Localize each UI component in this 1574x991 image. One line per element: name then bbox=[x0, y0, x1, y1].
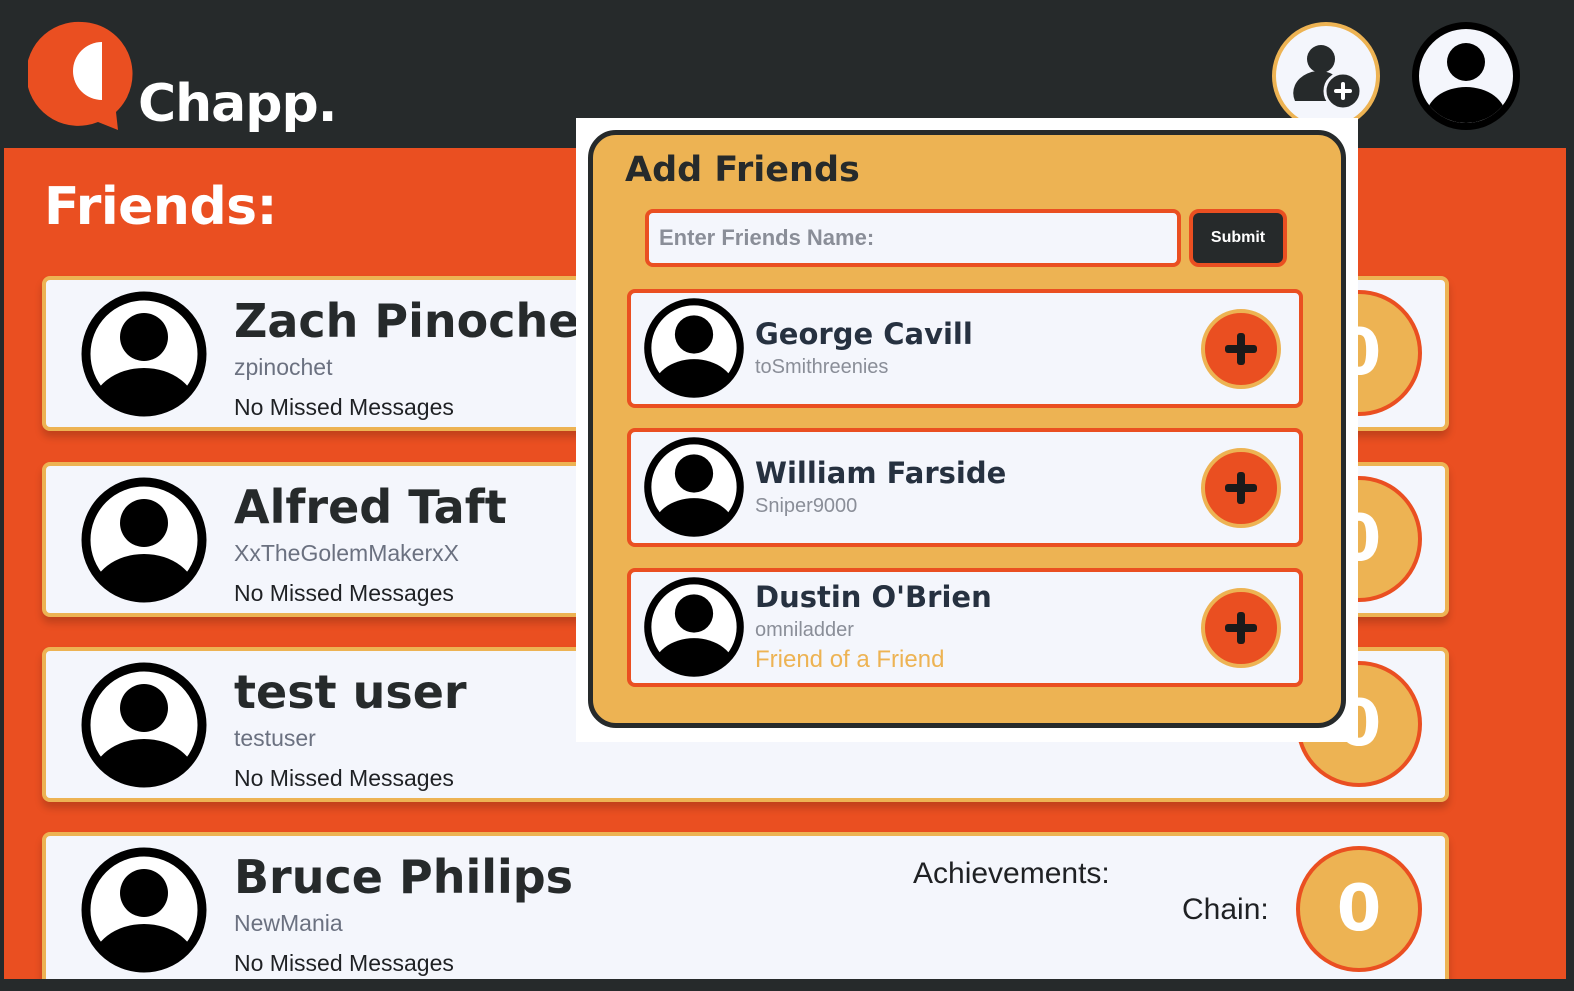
avatar-icon bbox=[643, 297, 745, 399]
brand-name: Chapp. bbox=[138, 74, 337, 134]
plus-icon bbox=[1225, 472, 1257, 504]
add-friend-button[interactable] bbox=[1272, 22, 1380, 130]
friend-name: Zach Pinochet bbox=[234, 294, 602, 348]
friend-name: Bruce Philips bbox=[234, 850, 574, 904]
suggestion-tag: Friend of a Friend bbox=[755, 646, 945, 673]
friend-username: NewMania bbox=[234, 910, 343, 936]
suggestion-name: George Cavill bbox=[755, 317, 973, 351]
avatar-icon bbox=[80, 290, 208, 418]
friend-username: XxTheGolemMakerxX bbox=[234, 540, 459, 566]
add-friends-title: Add Friends bbox=[625, 150, 860, 190]
friend-name: test user bbox=[234, 665, 467, 719]
suggestion-card: George Cavill toSmithreenies bbox=[627, 289, 1303, 408]
chapp-logo-icon bbox=[28, 21, 133, 130]
add-friends-popup: Add Friends Submit George Cavill toSmith… bbox=[576, 118, 1358, 742]
friend-username: testuser bbox=[234, 725, 316, 751]
friend-name: Alfred Taft bbox=[234, 480, 507, 534]
friends-heading: Friends: bbox=[44, 177, 277, 237]
profile-button[interactable] bbox=[1412, 22, 1520, 130]
friend-username: zpinochet bbox=[234, 354, 333, 380]
suggestion-username: omniladder bbox=[755, 619, 854, 641]
missed-messages: No Missed Messages bbox=[234, 394, 454, 420]
friend-card[interactable]: Bruce Philips NewMania No Missed Message… bbox=[42, 832, 1449, 979]
suggestion-username: toSmithreenies bbox=[755, 356, 889, 378]
user-plus-icon bbox=[1293, 45, 1363, 111]
app-window: Chapp. Friends: Zach Pinochet zpinochet … bbox=[4, 2, 1566, 979]
suggestion-name: Dustin O'Brien bbox=[755, 580, 992, 614]
suggestion-card: William Farside Sniper9000 bbox=[627, 428, 1303, 547]
add-friend-plus-button[interactable] bbox=[1201, 309, 1281, 389]
add-friend-plus-button[interactable] bbox=[1201, 448, 1281, 528]
suggestion-name: William Farside bbox=[755, 456, 1007, 490]
add-friends-panel: Add Friends Submit George Cavill toSmith… bbox=[588, 130, 1346, 728]
chain-badge: 0 bbox=[1296, 846, 1422, 972]
chain-label: Chain: bbox=[1182, 893, 1269, 926]
user-avatar-icon bbox=[1426, 43, 1506, 123]
avatar-icon bbox=[643, 436, 745, 538]
suggestion-username: Sniper9000 bbox=[755, 495, 858, 517]
missed-messages: No Missed Messages bbox=[234, 765, 454, 791]
add-friend-plus-button[interactable] bbox=[1201, 588, 1281, 668]
avatar-icon bbox=[80, 661, 208, 789]
avatar-icon bbox=[80, 846, 208, 974]
suggestion-card: Dustin O'Brien omniladder Friend of a Fr… bbox=[627, 568, 1303, 687]
avatar-icon bbox=[643, 576, 745, 678]
friend-name-input[interactable] bbox=[645, 209, 1181, 267]
avatar-icon bbox=[80, 476, 208, 604]
plus-icon bbox=[1225, 333, 1257, 365]
submit-button[interactable]: Submit bbox=[1189, 209, 1287, 267]
missed-messages: No Missed Messages bbox=[234, 580, 454, 606]
achievements-label: Achievements: bbox=[913, 857, 1110, 890]
missed-messages: No Missed Messages bbox=[234, 950, 454, 976]
plus-icon bbox=[1225, 612, 1257, 644]
